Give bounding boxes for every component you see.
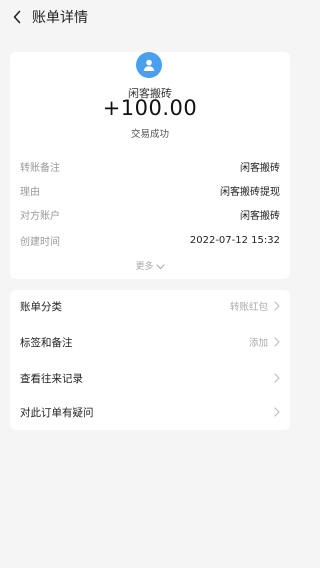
detail-value: 2022-07-12 15:32 bbox=[189, 234, 280, 246]
detail-row-account: 对方账户 闲客搬砖 bbox=[20, 206, 280, 222]
transaction-status: 交易成功 bbox=[130, 129, 169, 140]
option-label: 标签和备注 bbox=[20, 336, 73, 349]
detail-value: 闲客搬砖 bbox=[240, 162, 280, 174]
option-dispute[interactable]: 对此订单有疑问 bbox=[20, 402, 280, 422]
option-label: 对此订单有疑问 bbox=[20, 406, 94, 419]
option-history[interactable]: 查看往来记录 bbox=[20, 368, 280, 388]
transaction-card: 闲客搬砖 +100.00 交易成功 转账备注 闲客搬砖 理由 闲客搬砖提现 对方… bbox=[10, 52, 290, 279]
option-value: 添加 bbox=[248, 338, 268, 349]
detail-key: 理由 bbox=[20, 186, 40, 198]
option-bill-category[interactable]: 账单分类 转账红包 bbox=[20, 296, 280, 316]
options-card: 账单分类 转账红包 标签和备注 添加 查看往来记录 对此订单有疑问 bbox=[10, 290, 290, 430]
top-nav-bar: 账单详情 bbox=[0, 0, 300, 34]
transaction-amount: +100.00 bbox=[102, 96, 198, 120]
detail-value: 闲客搬砖提现 bbox=[220, 186, 280, 198]
page-title: 账单详情 bbox=[32, 10, 88, 26]
detail-key: 转账备注 bbox=[20, 162, 60, 174]
detail-row-reason: 理由 闲客搬砖提现 bbox=[20, 182, 280, 198]
option-value: 转账红包 bbox=[229, 302, 268, 313]
detail-value: 闲客搬砖 bbox=[240, 210, 280, 222]
chevron-right-icon bbox=[274, 301, 280, 311]
detail-key: 对方账户 bbox=[20, 210, 60, 222]
detail-row-remark: 转账备注 闲客搬砖 bbox=[20, 158, 280, 174]
avatar bbox=[136, 52, 162, 78]
chevron-right-icon bbox=[274, 373, 280, 383]
more-label: 更多 bbox=[135, 262, 154, 272]
more-toggle[interactable]: 更多 bbox=[10, 259, 290, 272]
detail-key: 创建时间 bbox=[20, 236, 60, 248]
detail-row-created: 创建时间 2022-07-12 15:32 bbox=[20, 232, 280, 248]
user-icon bbox=[143, 59, 155, 71]
option-label: 账单分类 bbox=[20, 300, 62, 313]
chevron-right-icon bbox=[274, 337, 280, 347]
option-tags-notes[interactable]: 标签和备注 添加 bbox=[20, 332, 280, 352]
back-button[interactable] bbox=[6, 6, 28, 28]
option-label: 查看往来记录 bbox=[20, 372, 83, 385]
chevron-left-icon bbox=[13, 10, 21, 24]
chevron-down-icon bbox=[155, 263, 165, 269]
chevron-right-icon bbox=[274, 407, 280, 417]
